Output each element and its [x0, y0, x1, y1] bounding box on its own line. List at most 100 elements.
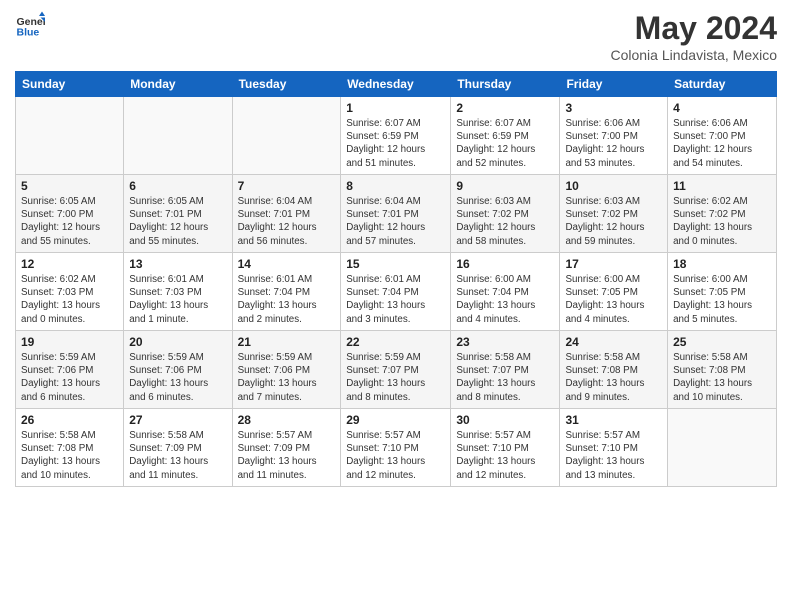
day-number: 12: [21, 257, 118, 271]
calendar-cell: [16, 97, 124, 175]
calendar-cell: [668, 409, 777, 487]
calendar-cell: 25 Sunrise: 5:58 AM Sunset: 7:08 PM Dayli…: [668, 331, 777, 409]
day-number: 13: [129, 257, 226, 271]
day-info: Sunrise: 5:57 AM Sunset: 7:10 PM Dayligh…: [346, 429, 445, 482]
day-number: 24: [565, 335, 662, 349]
day-info: Sunrise: 6:04 AM Sunset: 7:01 PM Dayligh…: [346, 195, 445, 248]
day-info: Sunrise: 6:01 AM Sunset: 7:04 PM Dayligh…: [238, 273, 336, 326]
calendar-cell: 27 Sunrise: 5:58 AM Sunset: 7:09 PM Dayli…: [124, 409, 232, 487]
subtitle: Colonia Lindavista, Mexico: [610, 47, 777, 63]
day-info: Sunrise: 6:01 AM Sunset: 7:03 PM Dayligh…: [129, 273, 226, 326]
logo-icon: General Blue: [15, 10, 45, 40]
calendar-week-3: 12Sunrise: 6:02 AM Sunset: 7:03 PM Dayli…: [16, 253, 777, 331]
calendar-cell: 28 Sunrise: 5:57 AM Sunset: 7:09 PM Dayli…: [232, 409, 341, 487]
calendar-cell: 30 Sunrise: 5:57 AM Sunset: 7:10 PM Dayli…: [451, 409, 560, 487]
day-number: 29: [346, 413, 445, 427]
day-info: Sunrise: 5:59 AM Sunset: 7:06 PM Dayligh…: [21, 351, 118, 404]
day-number: 15: [346, 257, 445, 271]
day-info: Sunrise: 5:57 AM Sunset: 7:10 PM Dayligh…: [565, 429, 662, 482]
calendar-cell: 11Sunrise: 6:02 AM Sunset: 7:02 PM Dayli…: [668, 175, 777, 253]
header-monday: Monday: [124, 72, 232, 97]
day-number: 25: [673, 335, 771, 349]
calendar-cell: 8 Sunrise: 6:04 AM Sunset: 7:01 PM Daylig…: [341, 175, 451, 253]
calendar-week-1: 1Sunrise: 6:07 AM Sunset: 6:59 PM Daylig…: [16, 97, 777, 175]
day-info: Sunrise: 5:57 AM Sunset: 7:09 PM Dayligh…: [238, 429, 336, 482]
day-number: 22: [346, 335, 445, 349]
main-title: May 2024: [610, 10, 777, 47]
calendar-cell: 7Sunrise: 6:04 AM Sunset: 7:01 PM Daylig…: [232, 175, 341, 253]
calendar-cell: 31Sunrise: 5:57 AM Sunset: 7:10 PM Dayli…: [560, 409, 668, 487]
logo: General Blue: [15, 10, 45, 40]
day-number: 28: [238, 413, 336, 427]
calendar-week-5: 26Sunrise: 5:58 AM Sunset: 7:08 PM Dayli…: [16, 409, 777, 487]
day-info: Sunrise: 6:07 AM Sunset: 6:59 PM Dayligh…: [456, 117, 554, 170]
day-number: 5: [21, 179, 118, 193]
day-info: Sunrise: 6:04 AM Sunset: 7:01 PM Dayligh…: [238, 195, 336, 248]
header-friday: Friday: [560, 72, 668, 97]
calendar-cell: 26Sunrise: 5:58 AM Sunset: 7:08 PM Dayli…: [16, 409, 124, 487]
day-info: Sunrise: 6:05 AM Sunset: 7:01 PM Dayligh…: [129, 195, 226, 248]
calendar-cell: 17 Sunrise: 6:00 AM Sunset: 7:05 PM Dayli…: [560, 253, 668, 331]
day-number: 2: [456, 101, 554, 115]
header-tuesday: Tuesday: [232, 72, 341, 97]
day-info: Sunrise: 6:00 AM Sunset: 7:04 PM Dayligh…: [456, 273, 554, 326]
day-info: Sunrise: 5:58 AM Sunset: 7:08 PM Dayligh…: [565, 351, 662, 404]
calendar-cell: [232, 97, 341, 175]
calendar-cell: 29 Sunrise: 5:57 AM Sunset: 7:10 PM Dayli…: [341, 409, 451, 487]
page: General Blue May 2024 Colonia Lindavista…: [0, 0, 792, 612]
day-number: 21: [238, 335, 336, 349]
header-sunday: Sunday: [16, 72, 124, 97]
header: General Blue May 2024 Colonia Lindavista…: [15, 10, 777, 63]
calendar-cell: 4 Sunrise: 6:06 AM Sunset: 7:00 PM Daylig…: [668, 97, 777, 175]
day-number: 3: [565, 101, 662, 115]
header-thursday: Thursday: [451, 72, 560, 97]
calendar: Sunday Monday Tuesday Wednesday Thursday…: [15, 71, 777, 487]
calendar-week-4: 19 Sunrise: 5:59 AM Sunset: 7:06 PM Dayli…: [16, 331, 777, 409]
day-info: Sunrise: 5:58 AM Sunset: 7:08 PM Dayligh…: [673, 351, 771, 404]
day-number: 4: [673, 101, 771, 115]
calendar-cell: 18 Sunrise: 6:00 AM Sunset: 7:05 PM Dayli…: [668, 253, 777, 331]
day-info: Sunrise: 5:58 AM Sunset: 7:09 PM Dayligh…: [129, 429, 226, 482]
calendar-cell: 5 Sunrise: 6:05 AM Sunset: 7:00 PM Daylig…: [16, 175, 124, 253]
day-info: Sunrise: 5:59 AM Sunset: 7:06 PM Dayligh…: [129, 351, 226, 404]
day-number: 23: [456, 335, 554, 349]
header-saturday: Saturday: [668, 72, 777, 97]
calendar-cell: 22 Sunrise: 5:59 AM Sunset: 7:07 PM Dayli…: [341, 331, 451, 409]
calendar-cell: 12Sunrise: 6:02 AM Sunset: 7:03 PM Dayli…: [16, 253, 124, 331]
calendar-cell: 24 Sunrise: 5:58 AM Sunset: 7:08 PM Dayli…: [560, 331, 668, 409]
svg-text:Blue: Blue: [17, 27, 40, 39]
day-info: Sunrise: 6:03 AM Sunset: 7:02 PM Dayligh…: [456, 195, 554, 248]
day-info: Sunrise: 5:58 AM Sunset: 7:08 PM Dayligh…: [21, 429, 118, 482]
calendar-cell: 3 Sunrise: 6:06 AM Sunset: 7:00 PM Daylig…: [560, 97, 668, 175]
day-info: Sunrise: 5:59 AM Sunset: 7:06 PM Dayligh…: [238, 351, 336, 404]
calendar-cell: 6 Sunrise: 6:05 AM Sunset: 7:01 PM Daylig…: [124, 175, 232, 253]
day-number: 16: [456, 257, 554, 271]
day-info: Sunrise: 5:58 AM Sunset: 7:07 PM Dayligh…: [456, 351, 554, 404]
day-number: 30: [456, 413, 554, 427]
day-number: 19: [21, 335, 118, 349]
day-number: 27: [129, 413, 226, 427]
day-number: 17: [565, 257, 662, 271]
calendar-cell: 1Sunrise: 6:07 AM Sunset: 6:59 PM Daylig…: [341, 97, 451, 175]
calendar-cell: [124, 97, 232, 175]
day-number: 14: [238, 257, 336, 271]
calendar-cell: 16 Sunrise: 6:00 AM Sunset: 7:04 PM Dayli…: [451, 253, 560, 331]
day-number: 6: [129, 179, 226, 193]
day-info: Sunrise: 6:00 AM Sunset: 7:05 PM Dayligh…: [673, 273, 771, 326]
calendar-cell: 20Sunrise: 5:59 AM Sunset: 7:06 PM Dayli…: [124, 331, 232, 409]
day-info: Sunrise: 6:02 AM Sunset: 7:02 PM Dayligh…: [673, 195, 771, 248]
calendar-week-2: 5 Sunrise: 6:05 AM Sunset: 7:00 PM Daylig…: [16, 175, 777, 253]
day-info: Sunrise: 6:06 AM Sunset: 7:00 PM Dayligh…: [673, 117, 771, 170]
day-number: 18: [673, 257, 771, 271]
day-info: Sunrise: 6:06 AM Sunset: 7:00 PM Dayligh…: [565, 117, 662, 170]
day-info: Sunrise: 5:59 AM Sunset: 7:07 PM Dayligh…: [346, 351, 445, 404]
calendar-cell: 15 Sunrise: 6:01 AM Sunset: 7:04 PM Dayli…: [341, 253, 451, 331]
day-info: Sunrise: 6:01 AM Sunset: 7:04 PM Dayligh…: [346, 273, 445, 326]
calendar-cell: 2 Sunrise: 6:07 AM Sunset: 6:59 PM Daylig…: [451, 97, 560, 175]
day-info: Sunrise: 5:57 AM Sunset: 7:10 PM Dayligh…: [456, 429, 554, 482]
day-number: 8: [346, 179, 445, 193]
day-info: Sunrise: 6:05 AM Sunset: 7:00 PM Dayligh…: [21, 195, 118, 248]
calendar-cell: 19 Sunrise: 5:59 AM Sunset: 7:06 PM Dayli…: [16, 331, 124, 409]
day-info: Sunrise: 6:00 AM Sunset: 7:05 PM Dayligh…: [565, 273, 662, 326]
header-wednesday: Wednesday: [341, 72, 451, 97]
